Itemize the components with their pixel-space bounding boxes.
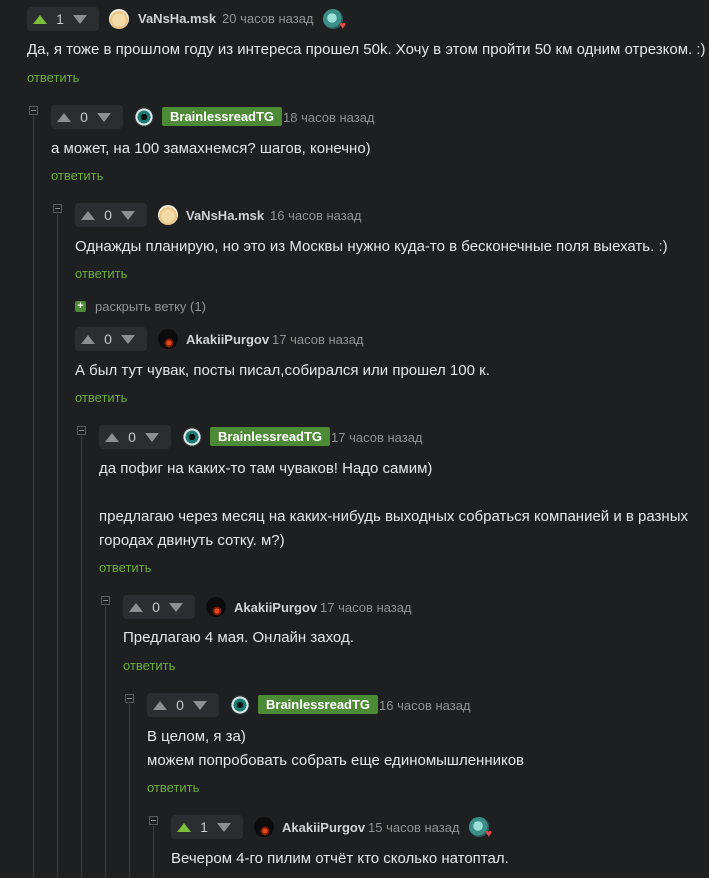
vote-widget: 0 (147, 693, 219, 717)
collapse-icon[interactable] (125, 694, 134, 703)
comment-text: а может, на 100 замахнемся? шагов, конеч… (51, 140, 371, 157)
avatar[interactable] (109, 9, 129, 29)
author-name[interactable]: BrainlessreadTG (258, 695, 379, 714)
upvote-icon[interactable] (129, 602, 143, 612)
avatar[interactable] (182, 427, 202, 447)
upvote-icon[interactable] (105, 432, 119, 442)
vote-count: 0 (128, 429, 136, 445)
author-name[interactable]: AkakiiPurgov (282, 820, 365, 835)
vote-count: 1 (56, 11, 64, 27)
reply-link[interactable]: ответить (51, 168, 103, 183)
comment-time[interactable]: 17 часов назад (320, 600, 412, 615)
collapse-icon[interactable] (77, 426, 86, 435)
vote-widget: 0 (51, 105, 123, 129)
upvote-icon[interactable] (33, 14, 47, 24)
comment-text: В целом, я за) (147, 728, 246, 745)
comment-text: Да, я тоже в прошлом году из интереса пр… (27, 41, 706, 58)
comment-time[interactable]: 18 часов назад (283, 110, 375, 125)
thread-line (153, 826, 154, 878)
downvote-icon[interactable] (145, 432, 159, 442)
author-name[interactable]: BrainlessreadTG (210, 427, 331, 446)
upvote-icon[interactable] (153, 700, 167, 710)
comment-text: Однажды планирую, но это из Москвы нужно… (75, 238, 668, 255)
author-name[interactable]: AkakiiPurgov (186, 332, 269, 347)
avatar[interactable] (134, 107, 154, 127)
avatar[interactable] (230, 695, 250, 715)
vote-count: 0 (80, 109, 88, 125)
vote-count: 0 (104, 207, 112, 223)
thread-line (57, 214, 58, 878)
reply-link[interactable]: ответить (99, 560, 151, 575)
award-icon[interactable]: ♥ (323, 9, 346, 32)
comment-time[interactable]: 20 часов назад (222, 11, 314, 26)
thread-line (33, 116, 34, 878)
comment-time[interactable]: 16 часов назад (270, 208, 362, 223)
author-name[interactable]: BrainlessreadTG (162, 107, 283, 126)
downvote-icon[interactable] (193, 700, 207, 710)
comment-time[interactable]: 17 часов назад (272, 332, 364, 347)
comment-text: предлагаю через месяц на каких-нибудь вы… (99, 508, 688, 525)
collapse-icon[interactable] (53, 204, 62, 213)
thread-line (129, 704, 130, 878)
downvote-icon[interactable] (121, 210, 135, 220)
thread-line (81, 436, 82, 878)
award-icon[interactable]: ♥ (469, 817, 492, 840)
vote-widget: 0 (123, 595, 195, 619)
vote-widget: 0 (75, 203, 147, 227)
author-name[interactable]: AkakiiPurgov (234, 600, 317, 615)
reply-link[interactable]: ответить (75, 390, 127, 405)
downvote-icon[interactable] (121, 334, 135, 344)
downvote-icon[interactable] (97, 112, 111, 122)
avatar[interactable] (158, 329, 178, 349)
comment-time[interactable]: 15 часов назад (368, 820, 460, 835)
comment-text: да пофиг на каких-то там чуваков! Надо с… (99, 460, 433, 477)
upvote-icon[interactable] (81, 334, 95, 344)
thread-line (105, 606, 106, 878)
downvote-icon[interactable] (73, 14, 87, 24)
avatar[interactable] (206, 597, 226, 617)
reply-link[interactable]: ответить (147, 780, 199, 795)
author-name[interactable]: VaNsHa.msk (186, 208, 264, 223)
collapse-icon[interactable] (101, 596, 110, 605)
reply-link[interactable]: ответить (123, 658, 175, 673)
vote-widget: 0 (99, 425, 171, 449)
comment-text: Вечером 4-го пилим отчёт кто сколько нат… (171, 850, 509, 867)
author-name[interactable]: VaNsHa.msk (138, 11, 216, 26)
vote-widget: 1 (171, 815, 243, 839)
vote-widget: 0 (75, 327, 147, 351)
comment-text: можем попробовать собрать еще единомышле… (147, 752, 525, 769)
expand-branch-label[interactable]: раскрыть ветку (1) (95, 299, 206, 314)
vote-count: 0 (152, 599, 160, 615)
collapse-icon[interactable] (149, 816, 158, 825)
collapse-icon[interactable] (29, 106, 38, 115)
comment-text: А был тут чувак, посты писал,собирался и… (75, 362, 490, 379)
upvote-icon[interactable] (81, 210, 95, 220)
reply-link[interactable]: ответить (75, 266, 127, 281)
comment-time[interactable]: 17 часов назад (331, 430, 423, 445)
downvote-icon[interactable] (169, 602, 183, 612)
avatar[interactable] (254, 817, 274, 837)
upvote-icon[interactable] (177, 822, 191, 832)
comment-time[interactable]: 16 часов назад (379, 698, 471, 713)
vote-count: 0 (176, 697, 184, 713)
vote-widget: 1 (27, 7, 99, 31)
downvote-icon[interactable] (217, 822, 231, 832)
expand-icon: + (75, 301, 86, 312)
upvote-icon[interactable] (57, 112, 71, 122)
vote-count: 0 (104, 331, 112, 347)
reply-link[interactable]: ответить (27, 70, 79, 85)
avatar[interactable] (158, 205, 178, 225)
comment-text: городах двинуть сотку. м?) (99, 532, 285, 549)
vote-count: 1 (200, 819, 208, 835)
comment-text: Предлагаю 4 мая. Онлайн заход. (123, 629, 354, 646)
